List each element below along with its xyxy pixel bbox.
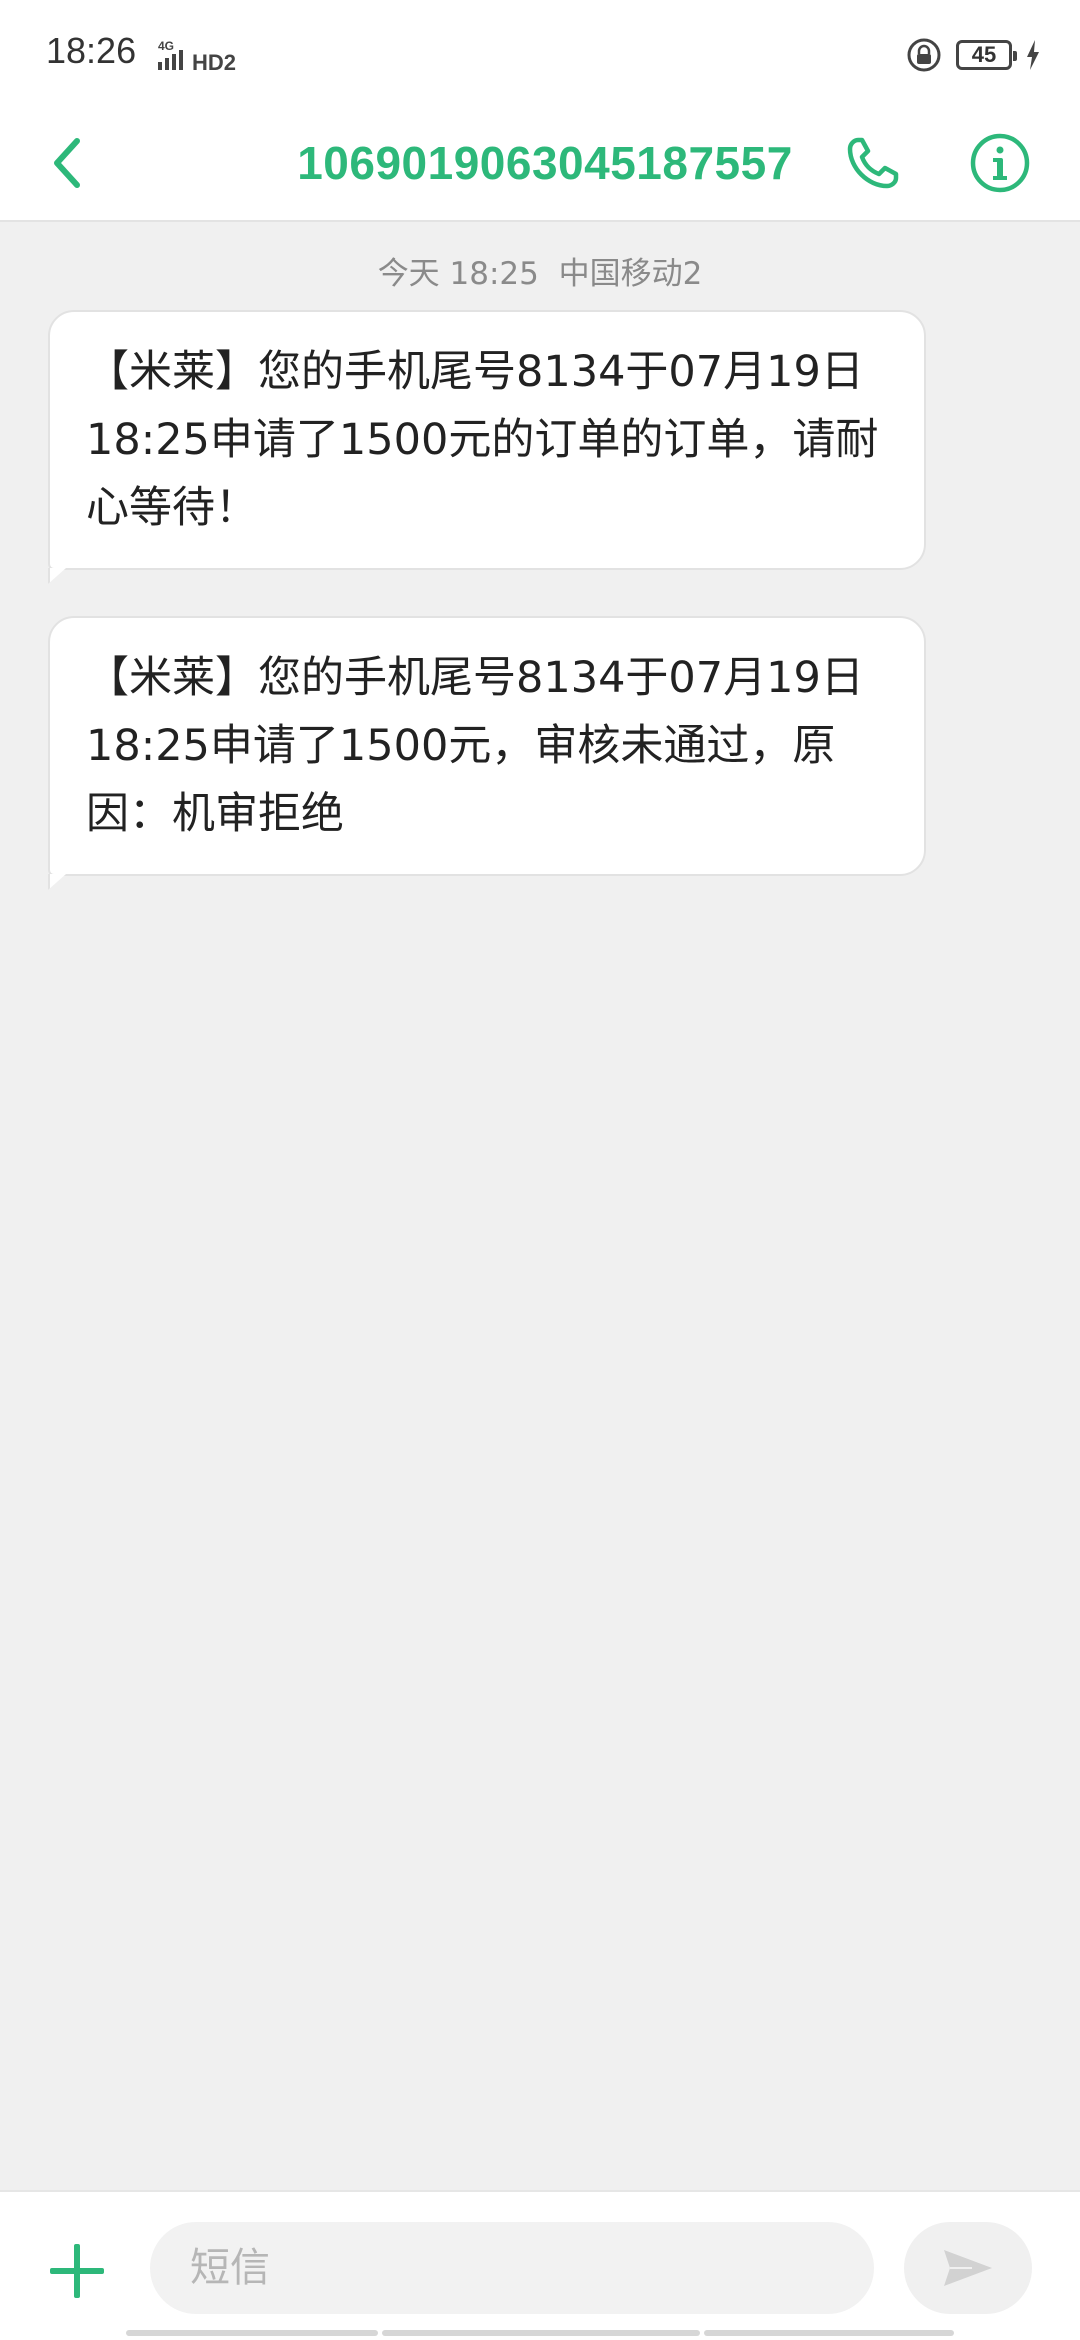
info-icon: [970, 133, 1030, 193]
back-button[interactable]: [36, 128, 96, 198]
hd-label: HD2: [192, 50, 236, 75]
conversation-header: 1069019063045187557: [0, 110, 1080, 222]
contact-title: 1069019063045187557: [297, 137, 793, 189]
message-list[interactable]: 今天 18:25 中国移动2 【米莱】您的手机尾号8134于07月19日18:2…: [0, 222, 1080, 2190]
charging-icon: [1027, 40, 1039, 70]
composer-bar: [0, 2190, 1080, 2340]
message-bubble[interactable]: 【米莱】您的手机尾号8134于07月19日18:25申请了1500元的订单的订单…: [48, 310, 926, 570]
signal-icon: 4G HD2: [158, 39, 236, 75]
message-timestamp: 今天 18:25 中国移动2: [377, 256, 703, 292]
battery-icon: 45: [956, 40, 1017, 70]
info-button[interactable]: [964, 124, 1036, 202]
chevron-left-icon: [54, 138, 80, 188]
battery-level: 45: [971, 42, 997, 67]
message-bubble[interactable]: 【米莱】您的手机尾号8134于07月19日18:25申请了1500元，审核未通过…: [48, 616, 926, 876]
status-bar: 18:26 4G HD2 45: [0, 0, 1080, 110]
send-button[interactable]: [904, 2222, 1032, 2314]
send-icon: [944, 2250, 992, 2286]
status-time: 18:26: [46, 30, 137, 71]
phone-icon: [847, 137, 899, 189]
keyboard-hint-bar: [126, 2330, 378, 2336]
plus-icon: [50, 2244, 104, 2298]
message-text: 【米莱】您的手机尾号8134于07月19日18:25申请了1500元，审核未通过…: [86, 653, 864, 839]
keyboard-hint-bar: [704, 2330, 954, 2336]
keyboard-hint-bar: [382, 2330, 700, 2336]
call-button[interactable]: [838, 124, 908, 202]
message-text: 【米莱】您的手机尾号8134于07月19日18:25申请了1500元的订单的订单…: [86, 347, 879, 533]
lock-rotation-icon: [907, 38, 941, 72]
sms-input[interactable]: [150, 2222, 874, 2314]
network-type-label: 4G: [158, 39, 174, 53]
status-right: 45: [906, 34, 1040, 76]
add-attachment-button[interactable]: [42, 2236, 112, 2306]
